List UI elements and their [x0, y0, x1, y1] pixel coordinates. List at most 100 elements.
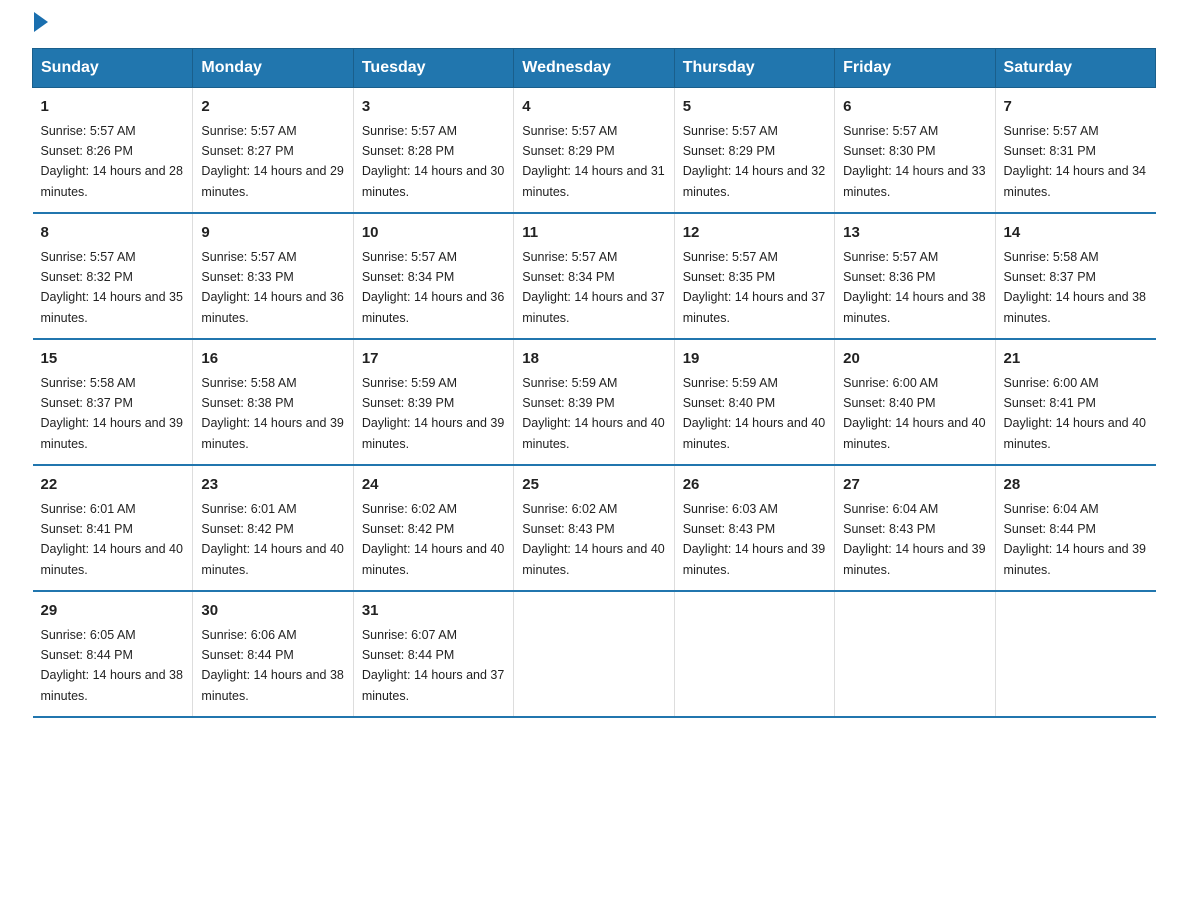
- day-info: Sunrise: 6:07 AMSunset: 8:44 PMDaylight:…: [362, 628, 504, 703]
- day-number: 15: [41, 348, 185, 371]
- calendar-cell: [674, 591, 834, 717]
- day-info: Sunrise: 6:04 AMSunset: 8:43 PMDaylight:…: [843, 502, 985, 577]
- day-number: 28: [1004, 474, 1148, 497]
- day-info: Sunrise: 5:57 AMSunset: 8:29 PMDaylight:…: [683, 124, 825, 199]
- calendar-cell: 9 Sunrise: 5:57 AMSunset: 8:33 PMDaylight…: [193, 213, 353, 339]
- calendar-cell: 4 Sunrise: 5:57 AMSunset: 8:29 PMDaylight…: [514, 88, 674, 214]
- header-tuesday: Tuesday: [353, 49, 513, 88]
- calendar-week-row: 1 Sunrise: 5:57 AMSunset: 8:26 PMDaylight…: [33, 88, 1156, 214]
- calendar-cell: 29 Sunrise: 6:05 AMSunset: 8:44 PMDayligh…: [33, 591, 193, 717]
- calendar-week-row: 29 Sunrise: 6:05 AMSunset: 8:44 PMDayligh…: [33, 591, 1156, 717]
- day-info: Sunrise: 5:57 AMSunset: 8:33 PMDaylight:…: [201, 250, 343, 325]
- day-info: Sunrise: 5:58 AMSunset: 8:37 PMDaylight:…: [41, 376, 183, 451]
- logo-arrow-icon: [34, 12, 48, 32]
- calendar-cell: 22Sunrise: 6:01 AMSunset: 8:41 PMDayligh…: [33, 465, 193, 591]
- calendar-header-row: SundayMondayTuesdayWednesdayThursdayFrid…: [33, 49, 1156, 88]
- calendar-cell: 15 Sunrise: 5:58 AMSunset: 8:37 PMDayligh…: [33, 339, 193, 465]
- logo: [32, 24, 48, 32]
- day-number: 6: [843, 96, 986, 119]
- day-number: 18: [522, 348, 665, 371]
- calendar-cell: 1 Sunrise: 5:57 AMSunset: 8:26 PMDaylight…: [33, 88, 193, 214]
- day-info: Sunrise: 6:01 AMSunset: 8:42 PMDaylight:…: [201, 502, 343, 577]
- day-info: Sunrise: 6:02 AMSunset: 8:42 PMDaylight:…: [362, 502, 504, 577]
- day-info: Sunrise: 5:57 AMSunset: 8:27 PMDaylight:…: [201, 124, 343, 199]
- day-info: Sunrise: 6:05 AMSunset: 8:44 PMDaylight:…: [41, 628, 183, 703]
- day-number: 12: [683, 222, 826, 245]
- calendar-cell: 18 Sunrise: 5:59 AMSunset: 8:39 PMDayligh…: [514, 339, 674, 465]
- day-info: Sunrise: 5:57 AMSunset: 8:36 PMDaylight:…: [843, 250, 985, 325]
- calendar-cell: 23 Sunrise: 6:01 AMSunset: 8:42 PMDayligh…: [193, 465, 353, 591]
- calendar-cell: 17Sunrise: 5:59 AMSunset: 8:39 PMDayligh…: [353, 339, 513, 465]
- day-number: 29: [41, 600, 185, 623]
- day-info: Sunrise: 6:04 AMSunset: 8:44 PMDaylight:…: [1004, 502, 1146, 577]
- day-info: Sunrise: 5:57 AMSunset: 8:34 PMDaylight:…: [362, 250, 504, 325]
- day-number: 31: [362, 600, 505, 623]
- day-info: Sunrise: 6:06 AMSunset: 8:44 PMDaylight:…: [201, 628, 343, 703]
- day-number: 20: [843, 348, 986, 371]
- calendar-cell: 10Sunrise: 5:57 AMSunset: 8:34 PMDayligh…: [353, 213, 513, 339]
- calendar-cell: 3Sunrise: 5:57 AMSunset: 8:28 PMDaylight…: [353, 88, 513, 214]
- day-number: 21: [1004, 348, 1148, 371]
- day-info: Sunrise: 5:59 AMSunset: 8:39 PMDaylight:…: [362, 376, 504, 451]
- header-sunday: Sunday: [33, 49, 193, 88]
- day-info: Sunrise: 5:59 AMSunset: 8:40 PMDaylight:…: [683, 376, 825, 451]
- calendar-cell: 16 Sunrise: 5:58 AMSunset: 8:38 PMDayligh…: [193, 339, 353, 465]
- day-number: 4: [522, 96, 665, 119]
- day-info: Sunrise: 6:03 AMSunset: 8:43 PMDaylight:…: [683, 502, 825, 577]
- calendar-cell: 27 Sunrise: 6:04 AMSunset: 8:43 PMDayligh…: [835, 465, 995, 591]
- day-number: 5: [683, 96, 826, 119]
- day-number: 11: [522, 222, 665, 245]
- calendar-table: SundayMondayTuesdayWednesdayThursdayFrid…: [32, 48, 1156, 718]
- day-number: 22: [41, 474, 185, 497]
- day-info: Sunrise: 6:00 AMSunset: 8:41 PMDaylight:…: [1004, 376, 1146, 451]
- day-info: Sunrise: 6:02 AMSunset: 8:43 PMDaylight:…: [522, 502, 664, 577]
- calendar-cell: 5 Sunrise: 5:57 AMSunset: 8:29 PMDaylight…: [674, 88, 834, 214]
- day-number: 26: [683, 474, 826, 497]
- header-thursday: Thursday: [674, 49, 834, 88]
- calendar-cell: 13 Sunrise: 5:57 AMSunset: 8:36 PMDayligh…: [835, 213, 995, 339]
- day-number: 1: [41, 96, 185, 119]
- day-info: Sunrise: 5:58 AMSunset: 8:38 PMDaylight:…: [201, 376, 343, 451]
- calendar-cell: [995, 591, 1155, 717]
- calendar-cell: 8 Sunrise: 5:57 AMSunset: 8:32 PMDaylight…: [33, 213, 193, 339]
- calendar-cell: 7 Sunrise: 5:57 AMSunset: 8:31 PMDaylight…: [995, 88, 1155, 214]
- calendar-cell: 2 Sunrise: 5:57 AMSunset: 8:27 PMDaylight…: [193, 88, 353, 214]
- day-number: 7: [1004, 96, 1148, 119]
- calendar-cell: 14 Sunrise: 5:58 AMSunset: 8:37 PMDayligh…: [995, 213, 1155, 339]
- day-info: Sunrise: 5:58 AMSunset: 8:37 PMDaylight:…: [1004, 250, 1146, 325]
- page-header: [32, 24, 1156, 32]
- day-info: Sunrise: 5:57 AMSunset: 8:26 PMDaylight:…: [41, 124, 183, 199]
- calendar-cell: 26 Sunrise: 6:03 AMSunset: 8:43 PMDayligh…: [674, 465, 834, 591]
- calendar-cell: 30Sunrise: 6:06 AMSunset: 8:44 PMDayligh…: [193, 591, 353, 717]
- calendar-week-row: 15 Sunrise: 5:58 AMSunset: 8:37 PMDayligh…: [33, 339, 1156, 465]
- day-info: Sunrise: 6:00 AMSunset: 8:40 PMDaylight:…: [843, 376, 985, 451]
- day-number: 19: [683, 348, 826, 371]
- calendar-cell: 28 Sunrise: 6:04 AMSunset: 8:44 PMDayligh…: [995, 465, 1155, 591]
- calendar-cell: [514, 591, 674, 717]
- calendar-cell: 20 Sunrise: 6:00 AMSunset: 8:40 PMDayligh…: [835, 339, 995, 465]
- day-info: Sunrise: 5:59 AMSunset: 8:39 PMDaylight:…: [522, 376, 664, 451]
- day-info: Sunrise: 5:57 AMSunset: 8:31 PMDaylight:…: [1004, 124, 1146, 199]
- header-saturday: Saturday: [995, 49, 1155, 88]
- header-wednesday: Wednesday: [514, 49, 674, 88]
- day-info: Sunrise: 5:57 AMSunset: 8:32 PMDaylight:…: [41, 250, 183, 325]
- calendar-cell: 11 Sunrise: 5:57 AMSunset: 8:34 PMDayligh…: [514, 213, 674, 339]
- day-number: 9: [201, 222, 344, 245]
- calendar-cell: 6Sunrise: 5:57 AMSunset: 8:30 PMDaylight…: [835, 88, 995, 214]
- calendar-week-row: 22Sunrise: 6:01 AMSunset: 8:41 PMDayligh…: [33, 465, 1156, 591]
- day-info: Sunrise: 5:57 AMSunset: 8:34 PMDaylight:…: [522, 250, 664, 325]
- day-number: 2: [201, 96, 344, 119]
- day-number: 13: [843, 222, 986, 245]
- day-number: 8: [41, 222, 185, 245]
- day-number: 14: [1004, 222, 1148, 245]
- calendar-week-row: 8 Sunrise: 5:57 AMSunset: 8:32 PMDaylight…: [33, 213, 1156, 339]
- day-number: 25: [522, 474, 665, 497]
- day-info: Sunrise: 5:57 AMSunset: 8:29 PMDaylight:…: [522, 124, 664, 199]
- day-number: 27: [843, 474, 986, 497]
- day-number: 16: [201, 348, 344, 371]
- calendar-cell: [835, 591, 995, 717]
- day-number: 23: [201, 474, 344, 497]
- day-number: 24: [362, 474, 505, 497]
- day-info: Sunrise: 5:57 AMSunset: 8:28 PMDaylight:…: [362, 124, 504, 199]
- calendar-cell: 25 Sunrise: 6:02 AMSunset: 8:43 PMDayligh…: [514, 465, 674, 591]
